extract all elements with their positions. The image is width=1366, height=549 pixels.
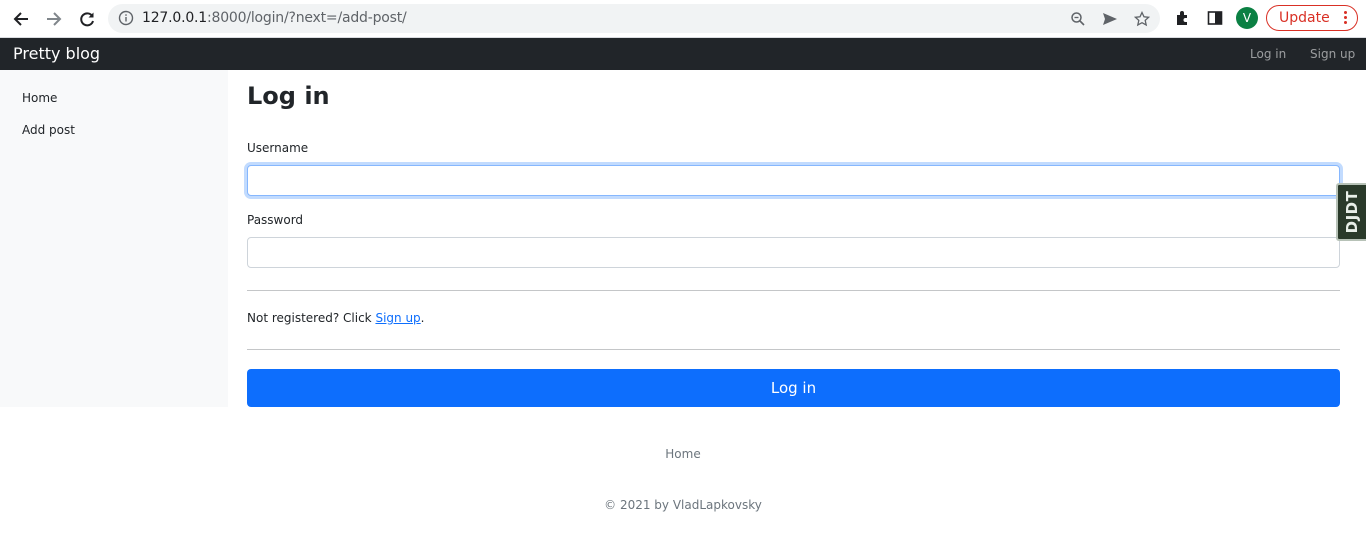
side-panel-icon[interactable] (1205, 8, 1225, 28)
reload-icon[interactable] (75, 7, 99, 31)
site-info-icon[interactable] (118, 10, 134, 26)
footer: Home (0, 447, 1366, 461)
signup-note-prefix: Not registered? Click (247, 311, 376, 325)
forward-arrow-icon[interactable] (42, 7, 66, 31)
back-arrow-icon[interactable] (9, 7, 33, 31)
page-title: Log in (247, 82, 330, 110)
signup-note: Not registered? Click Sign up. (247, 311, 425, 325)
url-path: :8000/login/?next=/add-post/ (207, 10, 407, 26)
copyright-text: © 2021 by VladLapkovsky (604, 498, 762, 512)
address-bar[interactable]: 127.0.0.1:8000/login/?next=/add-post/ (108, 4, 1160, 33)
profile-avatar[interactable]: V (1236, 7, 1258, 29)
extensions-puzzle-icon[interactable] (1173, 8, 1193, 28)
navbar-login-link[interactable]: Log in (1250, 38, 1286, 70)
more-menu-icon (1344, 10, 1348, 26)
username-input[interactable] (247, 165, 1340, 196)
signup-note-suffix: . (420, 311, 425, 325)
update-label: Update (1279, 10, 1330, 26)
sidebar: Home Add post (0, 70, 228, 407)
login-submit-button[interactable]: Log in (247, 369, 1340, 407)
divider (247, 349, 1340, 350)
sidebar-item-add-post[interactable]: Add post (22, 123, 75, 137)
footer-home-link[interactable]: Home (665, 447, 700, 461)
debug-toolbar-handle[interactable]: DJDT (1336, 183, 1366, 241)
url-host: 127.0.0.1 (142, 10, 207, 26)
sidebar-item-home[interactable]: Home (22, 91, 57, 105)
browser-toolbar: 127.0.0.1:8000/login/?next=/add-post/ V … (0, 0, 1366, 38)
url-text: 127.0.0.1:8000/login/?next=/add-post/ (142, 4, 407, 33)
debug-toolbar-label: DJDT (1343, 190, 1361, 234)
navbar-signup-link[interactable]: Sign up (1310, 38, 1355, 70)
username-label: Username (247, 141, 309, 155)
zoom-icon[interactable] (1069, 10, 1087, 28)
signup-link[interactable]: Sign up (375, 311, 420, 325)
send-icon[interactable] (1101, 10, 1119, 28)
update-button[interactable]: Update (1266, 5, 1358, 31)
password-label: Password (247, 213, 304, 227)
site-navbar: Pretty blog Log in Sign up (0, 38, 1366, 70)
password-input[interactable] (247, 237, 1340, 268)
bookmark-star-icon[interactable] (1133, 10, 1151, 28)
brand-logo[interactable]: Pretty blog (13, 38, 100, 70)
divider (247, 290, 1340, 291)
